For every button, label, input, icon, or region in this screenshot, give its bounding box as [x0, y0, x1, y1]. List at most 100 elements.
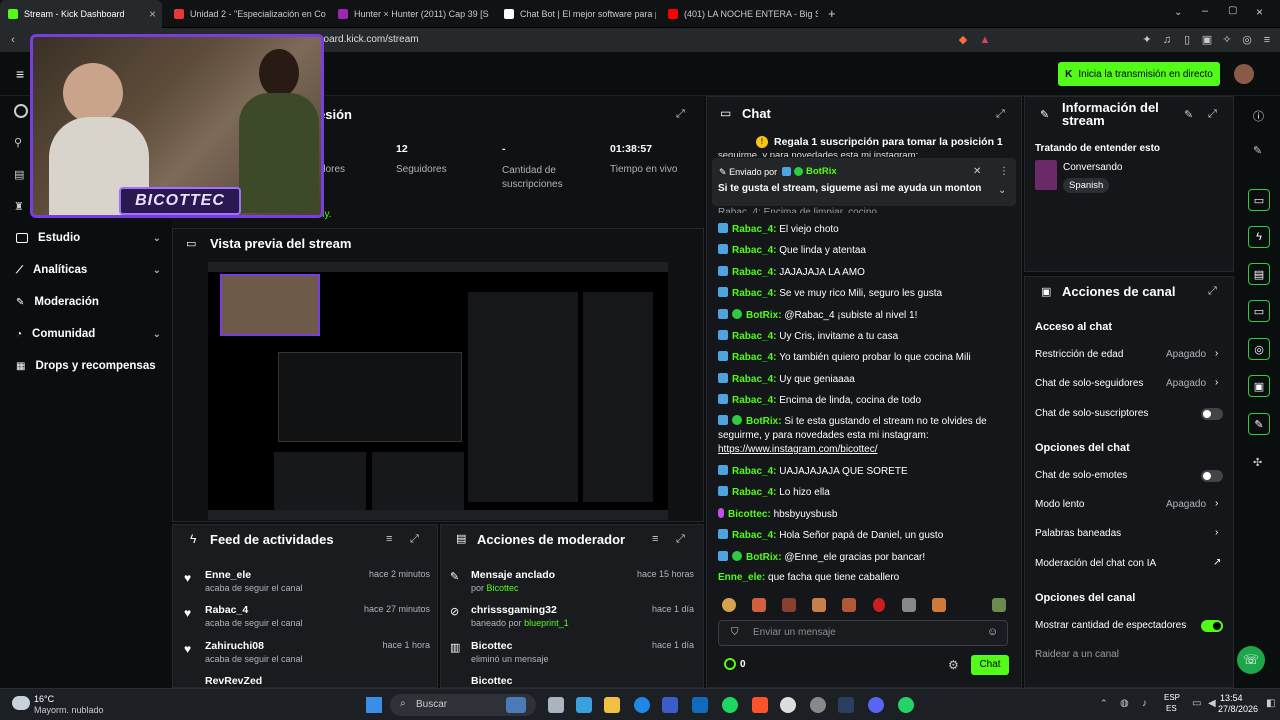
chat-username[interactable]: Enne_ele	[718, 572, 762, 583]
subs-only-toggle[interactable]	[1201, 408, 1223, 420]
expand-icon[interactable]: ⤢	[1208, 285, 1217, 298]
minimize-icon[interactable]: –	[1202, 5, 1208, 17]
mod-action-by[interactable]: blueprint_1	[524, 618, 569, 628]
list-item[interactable]: ♥ Rabac_4 hace 27 minutos acaba de segui…	[184, 603, 430, 637]
new-tab-button[interactable]: +	[828, 6, 836, 21]
chevron-right-icon[interactable]: ›	[1215, 527, 1218, 538]
chat-username[interactable]: BotRix	[746, 552, 778, 563]
age-restriction-value[interactable]: Apagado	[1166, 349, 1206, 360]
chat-message[interactable]: Rabac_4: Hola Señor papá de Daniel, un g…	[718, 529, 1010, 541]
copilot-icon[interactable]	[576, 697, 592, 713]
chat-message[interactable]: Rabac_4: Que linda y atentaa	[718, 244, 1010, 256]
monitor-icon[interactable]: ▭	[1192, 698, 1201, 709]
category-thumbnail[interactable]	[1035, 160, 1057, 190]
emote-icon[interactable]	[752, 598, 766, 612]
chevron-right-icon[interactable]: ›	[1215, 348, 1218, 359]
emote-icon[interactable]	[902, 598, 916, 612]
rail-target-icon[interactable]: ◎	[1248, 338, 1270, 360]
clock-time[interactable]: 13:54	[1220, 693, 1243, 703]
rail-list-icon[interactable]: ▤	[1248, 263, 1270, 285]
store-icon[interactable]	[662, 697, 678, 713]
notifications-icon[interactable]: ◧	[1266, 698, 1275, 709]
chat-message[interactable]: Rabac_4: Se ve muy rico Mili, seguro les…	[718, 287, 1010, 299]
vpn-icon[interactable]: ◎	[1240, 33, 1254, 47]
avatar[interactable]	[1234, 64, 1254, 84]
expand-icon[interactable]: ⤢	[1208, 108, 1217, 121]
whatsapp-icon[interactable]	[898, 697, 914, 713]
language-code[interactable]: ESP	[1164, 693, 1180, 702]
outlook-icon[interactable]	[692, 697, 708, 713]
language-region[interactable]: ES	[1166, 704, 1177, 713]
chat-message[interactable]: Rabac_4: El viejo choto	[718, 223, 1010, 235]
taskbar-search[interactable]: ⌕ Buscar	[390, 694, 536, 716]
list-item[interactable]: RevRevZed	[184, 674, 430, 684]
tab-list-icon[interactable]: ⌄	[1174, 7, 1182, 18]
followers-only-value[interactable]: Apagado	[1166, 378, 1206, 389]
info-icon[interactable]: ⓘ	[1253, 108, 1264, 124]
chat-username[interactable]: Rabac_4	[732, 331, 773, 342]
tab-youtube[interactable]: (401) LA NOCHE ENTERA - Big Soto	[660, 0, 818, 28]
obs-icon[interactable]	[810, 697, 826, 713]
chat-message[interactable]: BotRix: @Rabac_4 ¡subiste al nivel 1!	[718, 308, 1010, 321]
task-view-icon[interactable]	[548, 697, 564, 713]
pinned-username[interactable]: BotRix	[806, 166, 837, 177]
emote-icon[interactable]	[812, 598, 826, 612]
expand-icon[interactable]: ⤢	[676, 108, 685, 121]
brave-shield-icon[interactable]: ◆	[956, 33, 970, 47]
windows-start-icon[interactable]	[366, 697, 382, 713]
more-options-icon[interactable]: ⋮	[999, 166, 1009, 177]
spotify-icon[interactable]	[722, 697, 738, 713]
emote-icon[interactable]	[722, 598, 736, 612]
external-link-icon[interactable]: ↗	[1213, 557, 1221, 568]
link-icon[interactable]: ⚲	[14, 136, 22, 149]
emoji-icon[interactable]: ☺	[987, 626, 998, 638]
chat-username[interactable]: Rabac_4	[732, 395, 773, 406]
rail-apps-icon[interactable]: ✣	[1253, 456, 1262, 469]
chat-message[interactable]: Rabac_4: JAJAJAJA LA AMO	[718, 265, 1010, 278]
weather-desc[interactable]: Mayorm. nublado	[34, 705, 104, 715]
viewer-count-toggle[interactable]	[1201, 620, 1223, 632]
chat-username[interactable]: Rabac_4	[732, 466, 773, 477]
emote-icon[interactable]	[992, 598, 1006, 612]
chat-username[interactable]: Rabac_4	[732, 352, 773, 363]
chat-username[interactable]: Rabac_4	[732, 487, 773, 498]
sidebar-item-estudio[interactable]: Estudio ⌄	[16, 228, 161, 248]
chat-message[interactable]: Rabac_4: UAJAJAJAJA QUE SORETE	[718, 465, 1010, 477]
sidebar-item-analiticas[interactable]: ⟋ Analíticas ⌄	[16, 260, 161, 280]
volume-icon[interactable]: ◀	[1208, 698, 1216, 709]
sidebar-item-comunidad[interactable]: ◔ Comunidad ⌄	[16, 324, 161, 344]
wallet-icon[interactable]: ▣	[1200, 33, 1214, 47]
chevron-right-icon[interactable]: ›	[1215, 377, 1218, 388]
ai-moderation-label[interactable]: Moderación del chat con IA	[1035, 558, 1156, 569]
chat-message[interactable]: BotRix: @Enne_ele gracias por bancar!	[718, 550, 1010, 563]
file-explorer-icon[interactable]	[604, 697, 620, 713]
chat-message[interactable]: Rabac_4: Uy Cris, invitame a tu casa	[718, 330, 1010, 342]
go-live-button[interactable]: K Inicia la transmisión en directo	[1058, 62, 1220, 86]
chat-username[interactable]: Rabac_4	[732, 530, 773, 541]
filter-icon[interactable]: ≡	[652, 533, 658, 545]
discord-icon[interactable]	[868, 697, 884, 713]
followers-only-label[interactable]: Chat de solo-seguidores	[1035, 378, 1143, 389]
edit-icon[interactable]: ✎	[1184, 108, 1193, 121]
layout-icon[interactable]: ▤	[14, 168, 24, 181]
instagram-link[interactable]: https://www.instagram.com/bicottec/	[718, 444, 1010, 455]
chat-username[interactable]: Rabac_4	[732, 374, 773, 385]
chevron-up-icon[interactable]: ⌃	[1100, 698, 1108, 709]
expand-icon[interactable]: ⤢	[996, 108, 1005, 121]
expand-icon[interactable]: ⤢	[410, 533, 419, 546]
chat-username[interactable]: Rabac_4	[732, 224, 773, 235]
back-icon[interactable]: ‹	[6, 33, 20, 47]
steam-icon[interactable]	[838, 697, 854, 713]
rail-video-icon[interactable]: ▭	[1248, 189, 1270, 211]
emote-icon[interactable]	[873, 598, 885, 612]
clock-date[interactable]: 27/8/2026	[1218, 704, 1258, 714]
sidebar-toggle-icon[interactable]: ▯	[1180, 33, 1194, 47]
settings-gear-icon[interactable]: ⚙	[948, 658, 959, 672]
chevron-down-icon[interactable]: ⌄	[998, 185, 1006, 196]
expand-icon[interactable]: ⤢	[676, 533, 685, 546]
sub-gift-banner[interactable]: Regala 1 suscripción para tomar la posic…	[774, 136, 1003, 148]
sidebar-item-drops[interactable]: ▦ Drops y recompensas	[16, 356, 161, 376]
hamburger-icon[interactable]: ≡	[16, 66, 24, 82]
chat-username[interactable]: Rabac_4	[732, 288, 773, 299]
chevron-right-icon[interactable]: ›	[1215, 498, 1218, 509]
